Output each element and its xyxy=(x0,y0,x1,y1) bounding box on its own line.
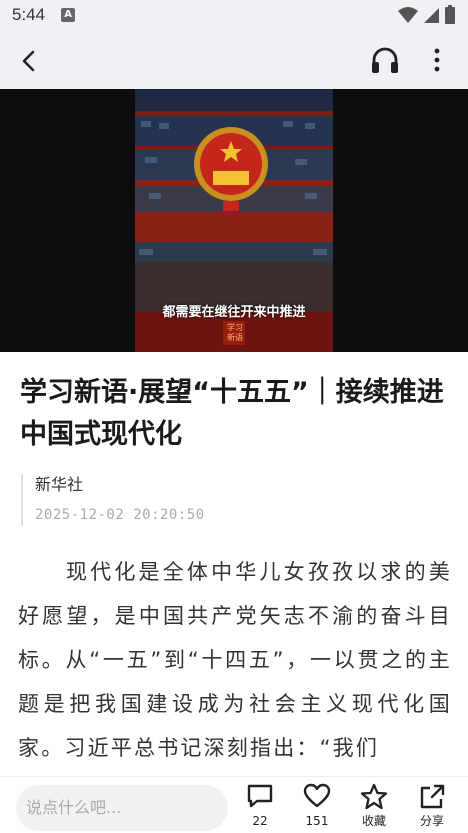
comment-input[interactable]: 说点什么吧... xyxy=(16,785,228,831)
battery-icon xyxy=(445,5,455,24)
status-icons xyxy=(398,5,456,25)
more-vertical-icon xyxy=(434,48,440,72)
article-body: 现代化是全体中华儿女孜孜以求的美好愿望，是中国共产党矢志不渝的奋斗目标。从“一五… xyxy=(18,560,452,760)
share-icon xyxy=(420,784,445,808)
more-button[interactable] xyxy=(422,44,452,76)
comment-icon xyxy=(247,784,273,808)
listen-button[interactable] xyxy=(368,44,402,76)
share-label: 分享 xyxy=(419,814,444,828)
status-bar: 5:44 A xyxy=(0,0,468,30)
video-frame: 都需要在继往开来中推进 学习新语 xyxy=(135,89,333,352)
notification-icon: A xyxy=(61,8,76,22)
video-player[interactable]: 都需要在继往开来中推进 学习新语 xyxy=(0,89,468,352)
video-caption: 都需要在继往开来中推进 xyxy=(162,305,306,320)
app-bar xyxy=(0,30,468,89)
share-button[interactable]: 分享 xyxy=(410,781,454,833)
bottom-action-bar: 说点什么吧... 22 151 收藏 分享 xyxy=(0,776,468,833)
wifi-icon xyxy=(398,7,418,23)
headphones-icon xyxy=(372,47,398,73)
star-icon xyxy=(360,783,388,809)
comment-button[interactable]: 22 xyxy=(238,781,282,833)
article-meta: 新华社 2025-12-02 20:20:50 xyxy=(21,474,205,526)
like-button[interactable]: 151 xyxy=(295,781,339,833)
favorite-button[interactable]: 收藏 xyxy=(352,781,396,833)
watermark-logo: 学习新语 xyxy=(227,323,243,342)
article-datetime: 2025-12-02 20:20:50 xyxy=(35,507,205,523)
comments-count: 22 xyxy=(252,814,268,828)
heart-icon xyxy=(303,783,331,808)
status-time: 5:44 xyxy=(12,5,46,24)
likes-count: 151 xyxy=(305,814,329,828)
favorite-label: 收藏 xyxy=(361,814,386,828)
article-source: 新华社 xyxy=(35,475,84,494)
back-button[interactable] xyxy=(14,47,44,75)
signal-icon xyxy=(424,8,439,23)
chevron-left-icon xyxy=(22,50,35,72)
article-title: 学习新语·展望“十五五”｜接续推进中国式现代化 xyxy=(20,377,444,450)
